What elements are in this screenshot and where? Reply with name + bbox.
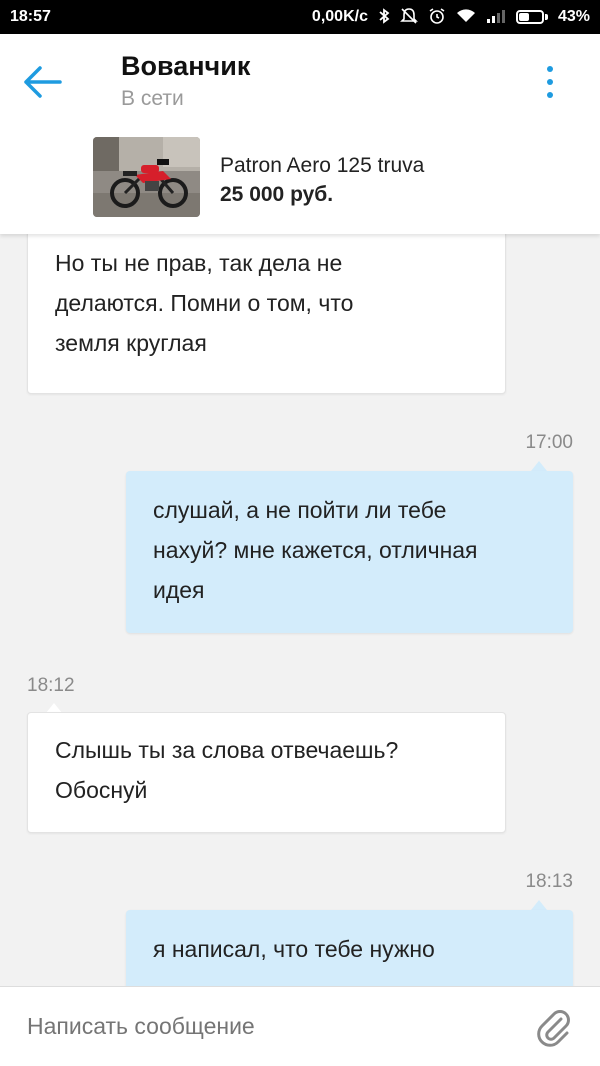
message-line: слушай, а не пойти ли тебе <box>153 497 447 523</box>
listing-price: 25 000 руб. <box>220 183 334 206</box>
message-line: Слышь ты за слова отвечаешь? <box>55 737 399 763</box>
listing-thumbnail[interactable] <box>93 137 200 217</box>
status-icons: 0,00K/c 43% <box>312 7 590 28</box>
message-composer <box>0 986 600 1066</box>
message-line: я написал, что тебе нужно <box>153 936 435 962</box>
message-input[interactable] <box>27 1006 534 1047</box>
notifications-off-icon <box>400 7 418 28</box>
bubble-tail <box>531 900 547 910</box>
back-arrow-icon[interactable] <box>20 62 66 102</box>
message-timestamp: 17:00 <box>525 432 573 453</box>
status-bar: 18:57 0,00K/c 43% <box>0 0 600 34</box>
wifi-icon <box>456 8 476 27</box>
chat-header: Вованчик В сети Patron Aero 125 truva 25… <box>0 34 600 234</box>
message-line: земля круглая <box>55 330 207 356</box>
message-line: Но ты не прав, так дела не <box>55 250 343 276</box>
message-bubble-incoming[interactable]: Но ты не прав, так дела не делаются. Пом… <box>27 234 506 394</box>
alarm-icon <box>428 7 446 28</box>
battery-percent: 43% <box>557 8 590 25</box>
message-line: нахуй? мне кажется, отличная <box>153 537 478 563</box>
message-line: делаются. Помни о том, что <box>55 290 354 316</box>
message-line: Обоснуй <box>55 777 148 803</box>
message-list[interactable]: Но ты не прав, так дела не делаются. Пом… <box>0 234 600 986</box>
battery-icon <box>515 10 548 24</box>
message-bubble-outgoing[interactable]: я написал, что тебе нужно <box>126 910 573 986</box>
network-speed: 0,00K/c <box>311 8 368 25</box>
more-options-icon[interactable] <box>536 64 564 100</box>
message-bubble-outgoing[interactable]: слушай, а не пойти ли тебе нахуй? мне ка… <box>126 471 573 633</box>
message-bubble-incoming[interactable]: Слышь ты за слова отвечаешь? Обоснуй <box>27 712 506 833</box>
signal-icon <box>486 8 506 27</box>
status-time: 18:57 <box>10 8 51 25</box>
message-timestamp: 18:13 <box>525 871 573 892</box>
contact-status: В сети <box>121 87 184 110</box>
listing-title[interactable]: Patron Aero 125 truva <box>220 154 424 178</box>
contact-name[interactable]: Вованчик <box>121 51 250 82</box>
attach-paperclip-icon[interactable] <box>534 1007 574 1047</box>
message-line: идея <box>153 577 205 603</box>
bluetooth-icon <box>378 7 390 27</box>
bubble-tail <box>531 461 547 471</box>
message-timestamp: 18:12 <box>27 675 75 696</box>
